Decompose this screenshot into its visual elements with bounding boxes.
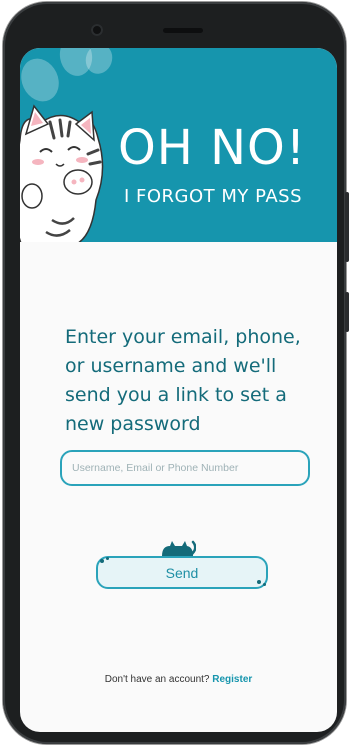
identifier-input[interactable] xyxy=(60,450,310,486)
power-button xyxy=(345,292,349,332)
register-prompt-text: Don't have an account? xyxy=(104,674,210,685)
front-camera xyxy=(91,24,103,36)
sleeping-cat-icon xyxy=(162,540,196,556)
volume-button xyxy=(345,192,349,262)
app-screen: OH NO! I FORGOT MY PASS Enter your email… xyxy=(20,48,337,732)
register-link[interactable]: Register xyxy=(212,674,252,685)
cat-illustration-icon xyxy=(20,104,104,242)
send-button[interactable]: Send xyxy=(96,556,268,589)
earpiece-speaker xyxy=(163,28,203,33)
instructions-text: Enter your email, phone, or username and… xyxy=(65,326,301,435)
header-banner: OH NO! I FORGOT MY PASS xyxy=(20,48,337,242)
page-title: OH NO! xyxy=(118,120,307,176)
phone-frame: OH NO! I FORGOT MY PASS Enter your email… xyxy=(3,2,349,744)
register-prompt: Don't have an account? Register xyxy=(20,674,337,685)
page-subtitle: I FORGOT MY PASS xyxy=(124,186,303,207)
